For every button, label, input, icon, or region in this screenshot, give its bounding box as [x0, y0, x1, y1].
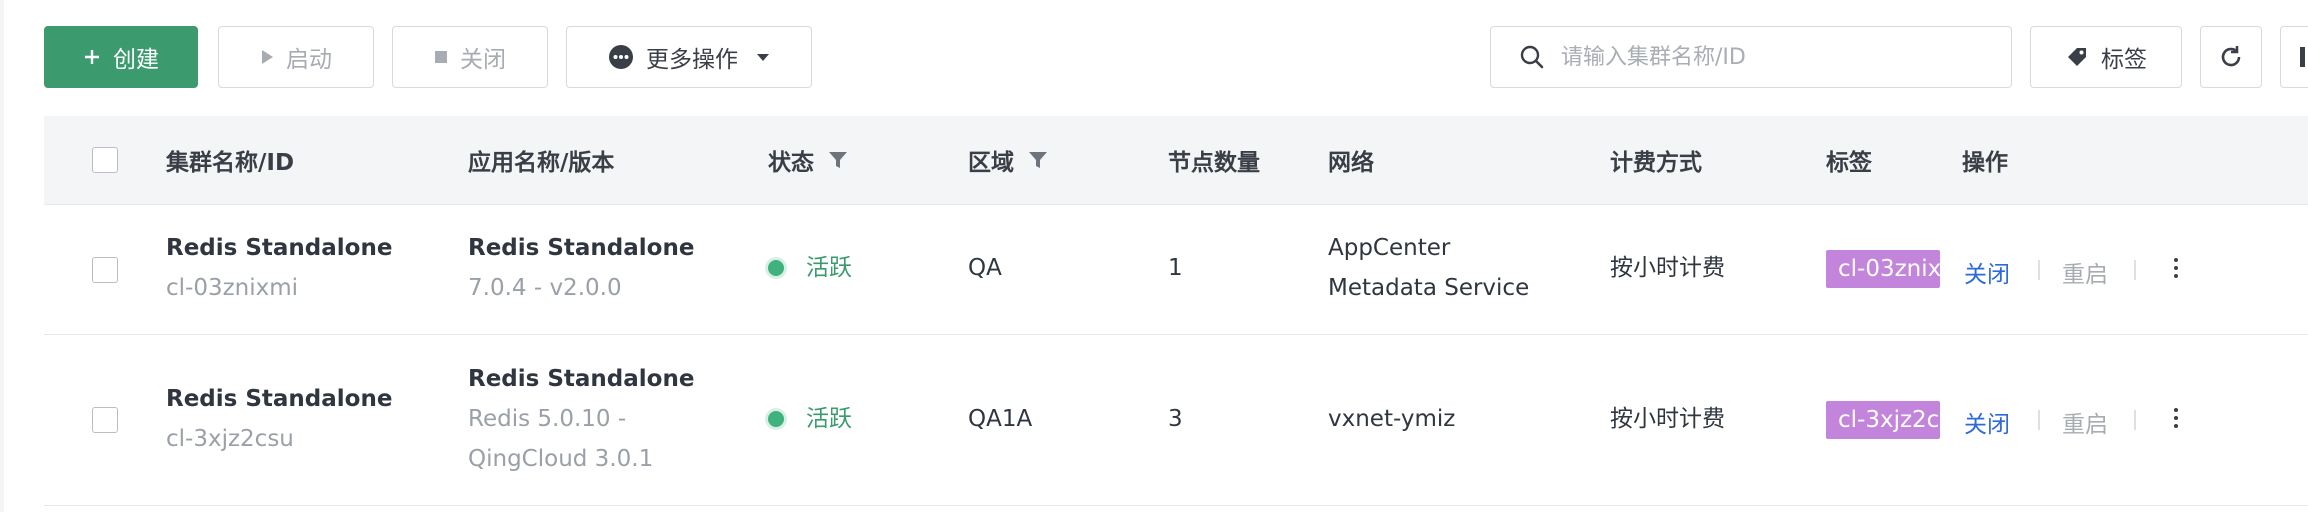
header-tags: 标签	[1826, 150, 1872, 176]
search-input[interactable]	[1559, 43, 1983, 71]
cluster-id: cl-3xjz2csu	[166, 426, 294, 452]
row-checkbox[interactable]	[92, 407, 118, 433]
search-icon	[1519, 44, 1545, 70]
more-actions-label: 更多操作	[646, 47, 738, 73]
action-divider	[2038, 410, 2040, 430]
network-line: Metadata Service	[1328, 275, 1530, 301]
search-box[interactable]	[1490, 26, 2012, 88]
billing-cell: 按小时计费	[1610, 255, 1725, 281]
action-divider	[2134, 260, 2136, 280]
header-node-count: 节点数量	[1168, 150, 1260, 176]
cluster-name-link[interactable]: Redis Standalone	[166, 379, 392, 419]
app-cell: Redis Standalone Redis 5.0.10 - QingClou…	[468, 359, 694, 479]
start-button[interactable]: 启动	[218, 26, 374, 88]
close-button[interactable]: 关闭	[392, 26, 548, 88]
tags-button[interactable]: 标签	[2030, 26, 2182, 88]
column-settings-button[interactable]	[2280, 26, 2308, 88]
network-cell[interactable]: vxnet-ymiz	[1328, 399, 1455, 439]
action-divider	[2134, 410, 2136, 430]
stop-icon	[434, 50, 448, 64]
more-actions-dropdown[interactable]: 更多操作	[566, 26, 812, 88]
region-cell: QA1A	[968, 406, 1033, 432]
app-name: Redis Standalone	[468, 366, 695, 392]
close-action-link[interactable]: 关闭	[1964, 255, 2010, 289]
caret-down-icon	[756, 53, 770, 62]
cluster-name-cell: Redis Standalone cl-3xjz2csu	[166, 379, 392, 459]
ellipsis-circle-icon	[608, 44, 634, 70]
status-dot-icon	[768, 260, 784, 276]
status-text: 活跃	[806, 255, 852, 281]
status-text: 活跃	[806, 406, 852, 432]
plus-icon	[83, 48, 101, 66]
play-icon	[260, 49, 274, 65]
tags-label: 标签	[2101, 47, 2147, 73]
refresh-button[interactable]	[2200, 26, 2262, 88]
filter-icon[interactable]	[828, 150, 848, 170]
app-cell: Redis Standalone 7.0.4 - v2.0.0	[468, 228, 694, 308]
table-row[interactable]: Redis Standalone cl-3xjz2csu Redis Stand…	[44, 335, 2308, 506]
close-label: 关闭	[460, 47, 506, 73]
header-app-name: 应用名称/版本	[468, 150, 615, 176]
header-network: 网络	[1328, 150, 1374, 176]
app-name: Redis Standalone	[468, 235, 695, 261]
header-region-label: 区域	[968, 150, 1014, 176]
table-header: 集群名称/ID 应用名称/版本 状态 区域 节点数量 网络 计费方式 标签 操作	[44, 116, 2308, 205]
cluster-name-cell: Redis Standalone cl-03znixmi	[166, 228, 392, 308]
app-version-line: Redis 5.0.10 -	[468, 406, 627, 432]
header-actions: 操作	[1962, 150, 2008, 176]
row-checkbox[interactable]	[92, 257, 118, 283]
header-status-label: 状态	[768, 150, 814, 176]
table-row[interactable]: Redis Standalone cl-03znixmi Redis Stand…	[44, 206, 2308, 335]
status-dot-icon	[768, 411, 784, 427]
header-cluster-name: 集群名称/ID	[166, 150, 295, 176]
node-count-cell: 3	[1168, 406, 1183, 432]
tag-chip[interactable]: cl-3xjz2csu	[1826, 401, 1940, 439]
tag-icon	[2065, 45, 2089, 69]
close-action-link[interactable]: 关闭	[1964, 405, 2010, 439]
restart-action-link[interactable]: 重启	[2062, 255, 2108, 289]
header-billing: 计费方式	[1610, 150, 1702, 176]
restart-action-link[interactable]: 重启	[2062, 405, 2108, 439]
node-count-cell: 1	[1168, 255, 1183, 281]
network-cell: AppCenter Metadata Service	[1328, 228, 1529, 308]
header-status: 状态	[768, 116, 848, 204]
app-version-line: QingCloud 3.0.1	[468, 446, 654, 472]
billing-cell: 按小时计费	[1610, 406, 1725, 432]
status-badge: 活跃	[768, 399, 852, 439]
create-label: 创建	[113, 47, 159, 73]
select-all-checkbox[interactable]	[92, 147, 118, 173]
toolbar: 创建 启动 关闭 更多操作 请输入集群名称/ID 标签	[44, 26, 2308, 90]
more-vertical-icon[interactable]	[2174, 408, 2178, 428]
columns-icon	[2298, 44, 2308, 70]
status-badge: 活跃	[768, 248, 852, 288]
app-version: 7.0.4 - v2.0.0	[468, 275, 622, 301]
header-region: 区域	[968, 116, 1048, 204]
create-button[interactable]: 创建	[44, 26, 198, 88]
region-cell: QA	[968, 255, 1002, 281]
network-line: AppCenter	[1328, 235, 1451, 261]
refresh-icon	[2217, 43, 2245, 71]
cluster-name-link[interactable]: Redis Standalone	[166, 228, 392, 268]
cluster-list-panel: 创建 启动 关闭 更多操作 请输入集群名称/ID 标签 集群名称/ID 应用名称…	[4, 0, 2308, 512]
more-vertical-icon[interactable]	[2174, 258, 2178, 278]
tag-chip[interactable]: cl-03znixmi	[1826, 250, 1940, 288]
action-divider	[2038, 260, 2040, 280]
cluster-id: cl-03znixmi	[166, 275, 299, 301]
start-label: 启动	[286, 47, 332, 73]
filter-icon[interactable]	[1028, 150, 1048, 170]
